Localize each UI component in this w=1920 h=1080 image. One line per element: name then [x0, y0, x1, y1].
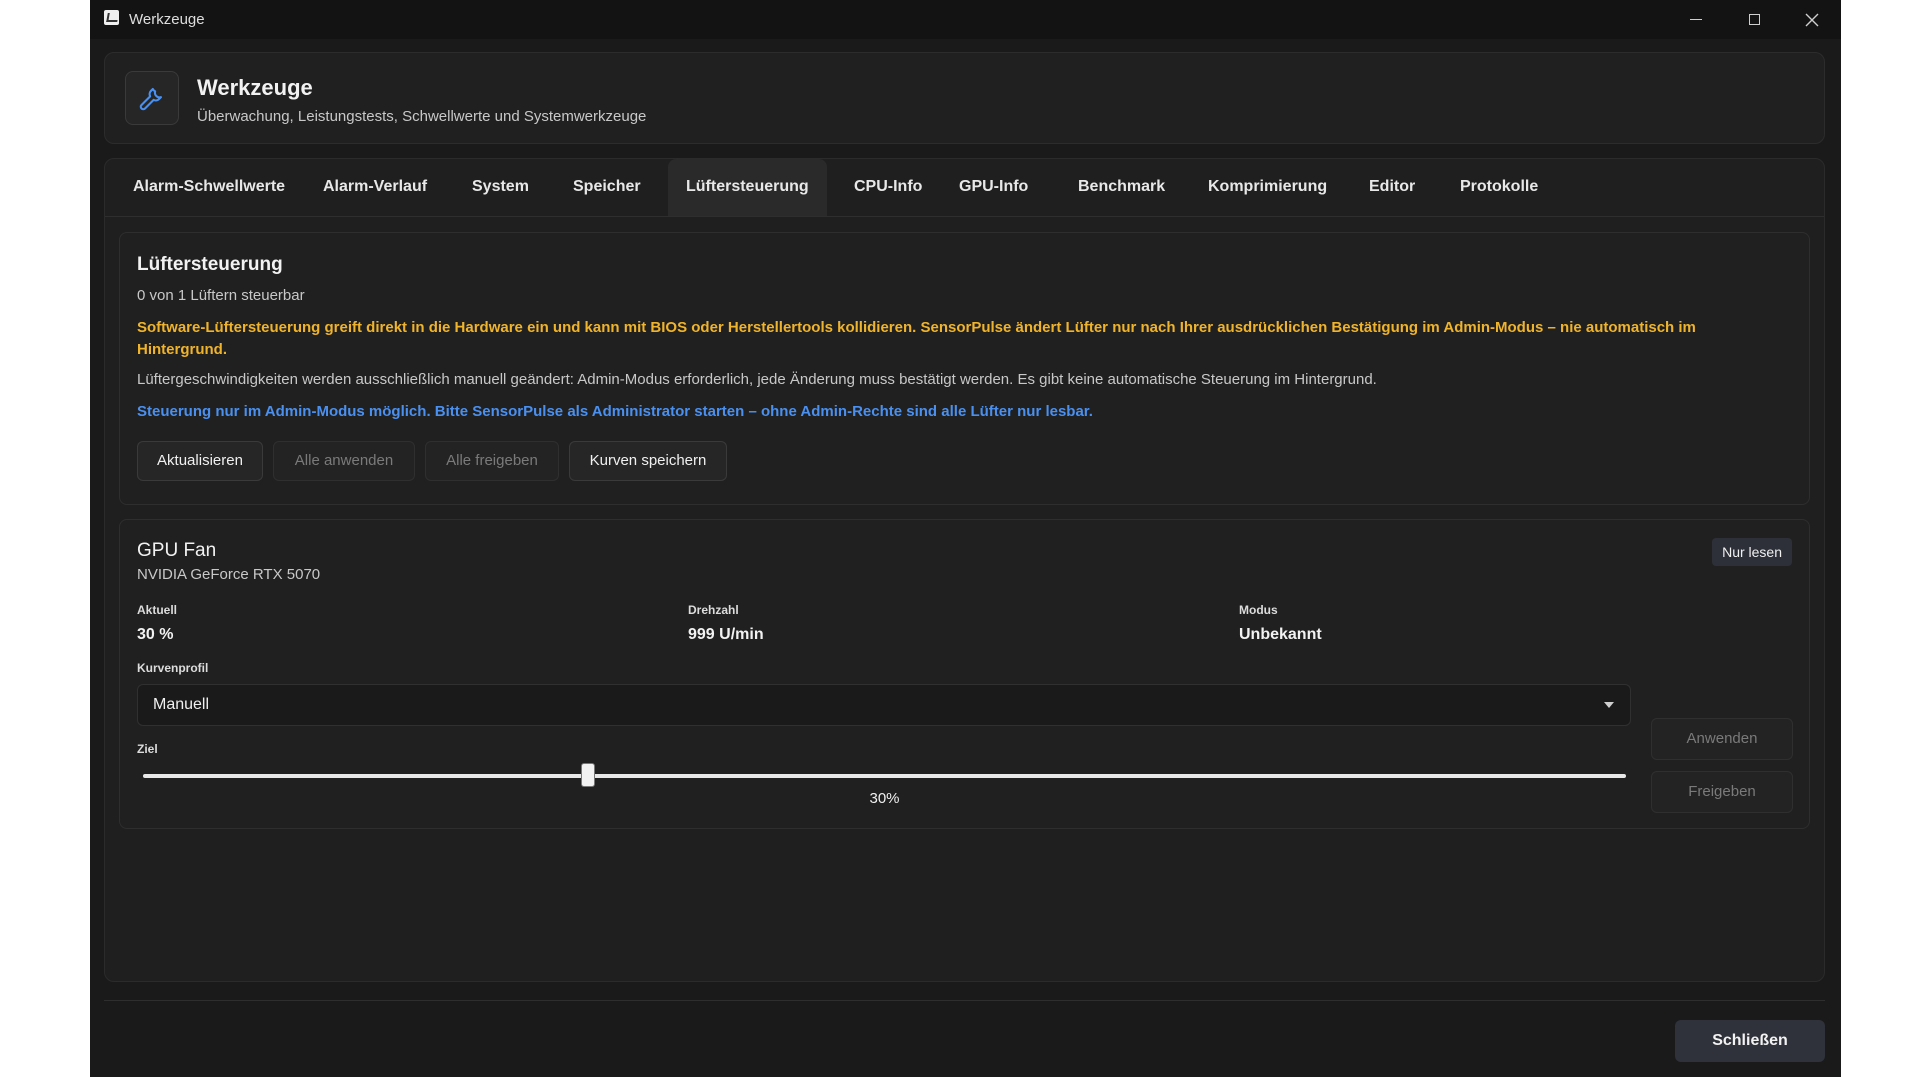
tab-benchmark[interactable]: Benchmark	[1060, 159, 1183, 216]
page-subtitle: Überwachung, Leistungstests, Schwellwert…	[197, 108, 647, 125]
tab-komprimierung[interactable]: Komprimierung	[1190, 159, 1345, 216]
header-card: Werkzeuge Überwachung, Leistungstests, S…	[104, 52, 1825, 144]
refresh-button[interactable]: Aktualisieren	[137, 441, 263, 481]
curve-profile-value: Manuell	[153, 696, 210, 713]
save-curves-button[interactable]: Kurven speichern	[569, 441, 727, 481]
header-icon-box	[125, 71, 179, 125]
main-panel: Alarm-Schwellwerte Alarm-Verlauf System …	[104, 158, 1825, 982]
tab-system[interactable]: System	[454, 159, 547, 216]
fan-control-card: Lüftersteuerung 0 von 1 Lüftern steuerba…	[119, 232, 1810, 505]
tab-protokolle[interactable]: Protokolle	[1442, 159, 1556, 216]
target-slider-handle[interactable]	[581, 764, 594, 786]
curve-profile-label: Kurvenprofil	[137, 661, 209, 675]
window-title: Werkzeuge	[129, 11, 205, 28]
app-logo-icon	[104, 10, 119, 25]
chevron-down-icon	[1604, 702, 1614, 708]
page-title: Werkzeuge	[197, 75, 313, 100]
curve-profile-select[interactable]: Manuell	[137, 684, 1631, 726]
warning-text: Software-Lüftersteuerung greift direkt i…	[137, 319, 1696, 358]
footer-divider	[104, 1000, 1825, 1001]
target-label: Ziel	[137, 742, 158, 756]
section-title: Lüftersteuerung	[137, 254, 283, 275]
tab-lueftersteuerung[interactable]: Lüftersteuerung	[668, 159, 827, 216]
target-value: 30%	[869, 790, 900, 807]
admin-notice: Steuerung nur im Admin-Modus möglich. Bi…	[137, 403, 1093, 420]
tab-gpu-info[interactable]: GPU-Info	[941, 159, 1046, 216]
controllable-count: 0 von 1 Lüftern steuerbar	[137, 287, 305, 304]
close-window-button[interactable]	[1783, 0, 1841, 39]
minimize-button[interactable]	[1667, 0, 1725, 39]
release-button[interactable]: Freigeben	[1651, 771, 1793, 813]
info-text: Lüftergeschwindigkeiten werden ausschlie…	[137, 371, 1377, 388]
close-icon	[1805, 13, 1819, 26]
tab-editor[interactable]: Editor	[1351, 159, 1433, 216]
maximize-button[interactable]	[1725, 0, 1783, 39]
target-slider-track[interactable]	[143, 774, 1626, 778]
apply-all-button[interactable]: Alle anwenden	[273, 441, 415, 481]
fan-device: NVIDIA GeForce RTX 5070	[137, 566, 321, 583]
maximize-icon	[1748, 14, 1760, 25]
current-value: 30 %	[137, 626, 174, 643]
current-label: Aktuell	[137, 603, 178, 617]
release-all-button[interactable]: Alle freigeben	[425, 441, 559, 481]
tab-alarm-schwellwerte[interactable]: Alarm-Schwellwerte	[115, 159, 303, 216]
rpm-label: Drehzahl	[688, 603, 739, 617]
tab-speicher[interactable]: Speicher	[555, 159, 659, 216]
read-only-badge: Nur lesen	[1712, 538, 1792, 566]
wrench-icon	[139, 87, 163, 111]
gpu-fan-card: GPU Fan NVIDIA GeForce RTX 5070 Nur lese…	[119, 519, 1810, 829]
app-window: Werkzeuge Werkzeuge Überwachung, Leistun…	[90, 0, 1841, 1077]
minimize-icon	[1690, 19, 1702, 20]
close-button[interactable]: Schließen	[1675, 1020, 1825, 1062]
mode-value: Unbekannt	[1239, 626, 1322, 643]
apply-button[interactable]: Anwenden	[1651, 718, 1793, 760]
rpm-value: 999 U/min	[688, 626, 764, 643]
mode-label: Modus	[1239, 603, 1278, 617]
title-bar: Werkzeuge	[90, 0, 1841, 39]
fan-name: GPU Fan	[137, 540, 217, 561]
tab-cpu-info[interactable]: CPU-Info	[836, 159, 940, 216]
tab-bar: Alarm-Schwellwerte Alarm-Verlauf System …	[105, 159, 1824, 217]
tab-alarm-verlauf[interactable]: Alarm-Verlauf	[305, 159, 445, 216]
